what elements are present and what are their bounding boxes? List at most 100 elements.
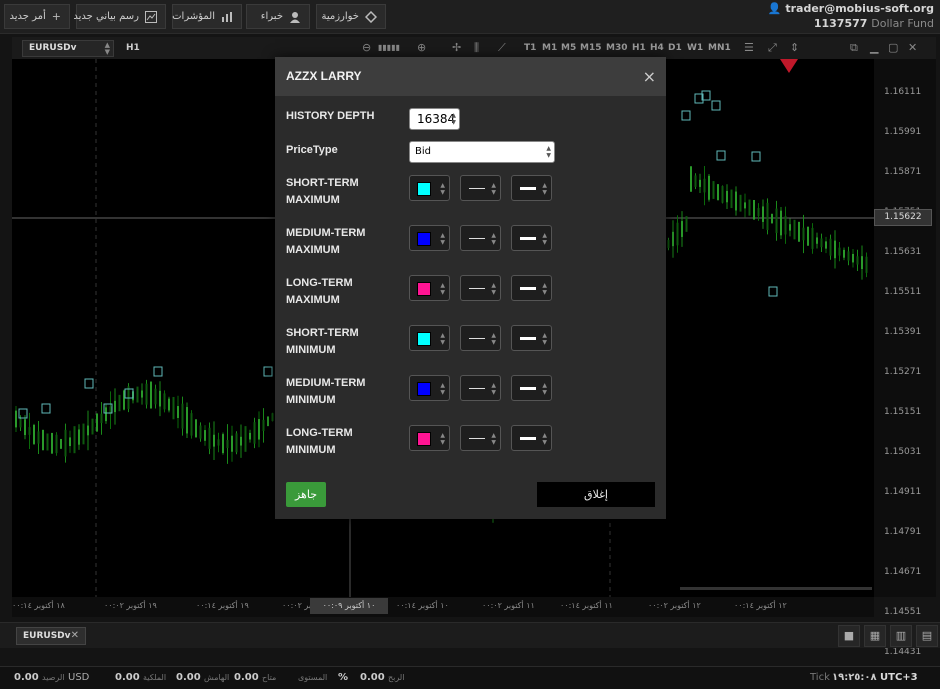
layout-rows-icon[interactable]: ▤ [916,625,938,647]
equity-label: الملكية [143,673,167,682]
indicators-button[interactable]: المؤشرات [172,4,242,29]
new-chart-button[interactable]: رسم بياني جديد [73,4,166,29]
line-style-icon [469,388,485,389]
maximize-icon[interactable]: ▢ [888,41,898,54]
plus-icon: + [51,10,61,23]
color-picker[interactable]: ▲ ▼ [409,325,450,351]
timeframe-m30[interactable]: M30 [606,43,627,53]
equity-value: 0.00 [115,672,140,683]
candle-body [793,219,796,240]
candles-icon[interactable]: ⫼ [474,41,479,55]
layout-grid-icon[interactable]: ▦ [864,625,886,647]
experts-button[interactable]: خبراء [246,4,310,29]
line-width-select[interactable]: ▲ ▼ [511,325,552,351]
candle-body [177,406,179,418]
price-label: 1.14671 [884,567,922,577]
price-type-select[interactable]: Bid ▲ ▼ [409,141,555,163]
price-label: 1.14551 [884,607,922,617]
line-width-select[interactable]: ▲ ▼ [511,225,552,251]
candle-body [163,393,166,410]
line-style-select[interactable]: ▲ ▼ [460,275,501,301]
new-order-button[interactable]: + أمر جديد [4,4,70,29]
ok-button[interactable]: جاهز [286,482,326,507]
spinner-icon: ▲ ▼ [440,182,445,196]
price-label: 1.16111 [884,87,922,97]
expert-icon [289,11,301,23]
color-picker[interactable]: ▲ ▼ [409,275,450,301]
layout-columns-icon[interactable]: ▥ [890,625,912,647]
settings-lines-icon[interactable]: ☰ [744,41,754,54]
zoom-in-icon[interactable]: ⊕ [417,41,426,54]
line-width-select[interactable]: ▲ ▼ [511,175,552,201]
time-label: ١٠ أكتوبر ٠٠:١٤ [396,601,449,610]
spinner-icon: ▲ ▼ [542,432,547,446]
layout-single-icon[interactable]: ■ [838,625,860,647]
spinner-icon: ▲ ▼ [542,182,547,196]
timezone[interactable]: UTC+3 [880,672,918,683]
price-label: 1.14911 [884,487,922,497]
minimize-icon[interactable]: ▁ [870,41,878,54]
history-depth-input[interactable]: 16384 ▲ ▼ [409,108,460,130]
timeframe-w1[interactable]: W1 [687,43,703,53]
spinner-icon[interactable]: ▲ ▼ [451,112,456,126]
indicators-icon [221,11,233,23]
timeframe-t1[interactable]: T1 [524,43,536,53]
pin-icon[interactable]: ⇕ [790,41,799,54]
line-style-select[interactable]: ▲ ▼ [460,325,501,351]
spinner-icon: ▲ ▼ [491,232,496,246]
line-style-select[interactable]: ▲ ▼ [460,225,501,251]
popout-icon[interactable]: ⧉ [850,41,858,55]
candle-body [798,221,800,242]
spinner-icon: ▲ ▼ [542,332,547,346]
line-width-select[interactable]: ▲ ▼ [511,275,552,301]
timeframe-mn1[interactable]: MN1 [708,43,731,53]
free-margin-value: 0.00 [234,672,259,683]
color-picker[interactable]: ▲ ▼ [409,425,450,451]
candle-body [771,213,773,224]
line-style-icon [469,338,485,339]
margin-level-value: % [338,672,349,683]
close-button[interactable]: إغلاق [537,482,655,507]
color-swatch [417,182,431,196]
candle-body [78,429,80,445]
price-label: 1.14791 [884,527,922,537]
param-label: LONG-TERM MINIMUM [286,427,353,456]
param-label: LONG-TERM MAXIMUM [286,277,353,306]
dialog-close-icon[interactable]: × [643,67,656,86]
tab-eurusd[interactable]: EURUSDv ✕ [16,627,86,645]
timeframe-m5[interactable]: M5 [561,43,576,53]
indicator-marker [41,403,51,414]
line-style-select[interactable]: ▲ ▼ [460,375,501,401]
horizontal-scrollbar [680,587,872,590]
timeframe-h1[interactable]: H1 [632,43,646,53]
color-picker[interactable]: ▲ ▼ [409,175,450,201]
line-style-select[interactable]: ▲ ▼ [460,425,501,451]
line-width-select[interactable]: ▲ ▼ [511,425,552,451]
zoom-out-icon[interactable]: ⊖ [362,41,371,54]
timeframe-m1[interactable]: M1 [542,43,557,53]
expand-icon[interactable]: ⤢ [768,41,777,55]
algorithm-button[interactable]: خوارزمية [316,4,386,29]
candle-body [208,427,211,449]
candle-body [699,179,701,187]
candle-body [15,410,17,428]
symbol-select[interactable]: EURUSDv ▲ ▼ [22,40,114,57]
color-picker[interactable]: ▲ ▼ [409,225,450,251]
line-width-select[interactable]: ▲ ▼ [511,375,552,401]
timeframe-m15[interactable]: M15 [580,43,601,53]
candle-body [762,206,764,222]
chart-close-icon[interactable]: ✕ [908,41,917,54]
tab-close-icon[interactable]: ✕ [71,630,79,641]
line-tool-icon[interactable]: ⟋ [498,41,506,55]
crosshair-icon[interactable]: ✢ [452,41,461,54]
candle-body [136,386,139,403]
timeframe-h4[interactable]: H4 [650,43,664,53]
candle-body [235,433,238,453]
line-style-select[interactable]: ▲ ▼ [460,175,501,201]
color-picker[interactable]: ▲ ▼ [409,375,450,401]
select-arrows-icon: ▲ ▼ [546,145,551,159]
candle-body [82,423,85,445]
account-info[interactable]: 👤 trader@mobius-soft.org 1137577 Dollar … [768,1,934,31]
timeframe-d1[interactable]: D1 [668,43,682,53]
candle-body [685,216,688,232]
